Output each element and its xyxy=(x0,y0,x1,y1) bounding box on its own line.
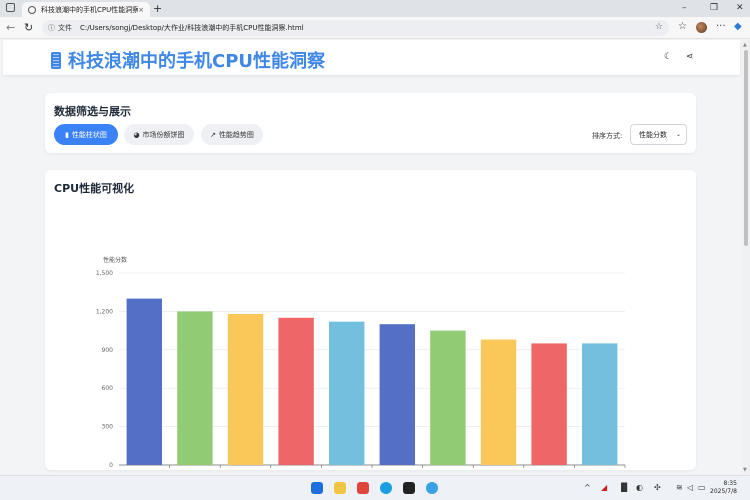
site-header: 科技浪潮中的手机CPU性能洞察 ☾ ⋖ xyxy=(3,40,740,75)
start-icon[interactable] xyxy=(311,482,323,494)
more-menu-icon[interactable]: ··· xyxy=(716,21,726,32)
address-bar-row: ← ↻ ⓘ 文件 C:/Users/songj/Desktop/大作业/科技浪潮… xyxy=(0,17,750,39)
y-tick-label: 600 xyxy=(102,385,114,392)
chevron-up-icon[interactable]: ^ xyxy=(584,483,591,492)
pie-chart-icon: ◕ xyxy=(133,130,140,139)
scroll-down-icon[interactable]: ▼ xyxy=(743,467,747,473)
x-tick-label: A16 xyxy=(591,469,605,470)
phone-icon xyxy=(51,51,61,69)
x-tick-label: 天玑9400 xyxy=(175,469,201,470)
line-chart-icon: ↗ xyxy=(210,130,216,139)
url-text: C:/Users/songj/Desktop/大作业/科技浪潮中的手机CPU性能… xyxy=(80,24,304,32)
moon-icon[interactable]: ☾ xyxy=(664,52,672,62)
bar-chart: 性能分数 0 300 600 900 1,200 1,500 A18 Pro 天玑9400 Exy… xyxy=(96,256,626,470)
window-menu-icon[interactable] xyxy=(6,3,15,12)
file-explorer-icon[interactable] xyxy=(334,482,346,494)
x-tick-label: 天玑9300+ xyxy=(272,469,301,470)
tray-app-icon[interactable]: ◢ xyxy=(601,483,607,492)
page-viewport: 科技浪潮中的手机CPU性能洞察 ☾ ⋖ 数据筛选与展示 ▮ 性能柱状图 ◕ 市场… xyxy=(0,40,742,475)
chevron-down-icon: ⌄ xyxy=(675,131,681,138)
x-tick-label: 天玑8400 xyxy=(478,469,504,470)
filter-title: 数据筛选与展示 xyxy=(54,105,131,118)
new-tab-button[interactable]: + xyxy=(153,2,162,15)
sort-select-value: 性能分数 xyxy=(639,130,667,139)
minimize-icon[interactable]: – xyxy=(682,3,687,13)
tray-vpn-icon[interactable]: ◐ xyxy=(636,483,643,492)
clock[interactable]: 8:35 2025/7/8 xyxy=(710,480,737,496)
edge-icon[interactable] xyxy=(380,482,392,494)
globe-icon xyxy=(28,5,36,14)
address-scheme-label: 文件 xyxy=(58,24,72,32)
favorite-star-icon[interactable]: ☆ xyxy=(655,22,663,32)
back-icon[interactable]: ← xyxy=(6,21,15,34)
trend-chart-button[interactable]: ↗ 性能趋势图 xyxy=(201,124,263,145)
x-tick-label: Exynos 2400 xyxy=(217,469,251,470)
bar xyxy=(227,313,264,465)
tab-title: 科技浪潮中的手机CPU性能洞察 xyxy=(41,5,139,14)
bar xyxy=(581,343,618,465)
bar-chart-icon: ▮ xyxy=(65,130,69,139)
bar-chart-button[interactable]: ▮ 性能柱状图 xyxy=(54,124,118,145)
tray-app-2-icon[interactable]: ✣ xyxy=(654,483,661,492)
bar xyxy=(531,343,567,465)
sort-label: 排序方式: xyxy=(592,132,623,140)
y-tick-label: 0 xyxy=(109,462,113,469)
y-tick-label: 900 xyxy=(102,347,114,354)
scrollbar-thumb[interactable] xyxy=(744,50,748,246)
browser-tab[interactable]: 科技浪潮中的手机CPU性能洞察 × xyxy=(22,2,150,17)
scroll-up-icon[interactable]: ▲ xyxy=(743,42,747,48)
bar xyxy=(480,339,517,465)
x-tick-label: 骁龙8s Gen3 xyxy=(521,468,554,470)
battery-icon[interactable]: ▭ xyxy=(698,483,706,492)
chat-app-icon[interactable] xyxy=(426,482,438,494)
bar xyxy=(430,330,466,465)
trend-chart-button-label: 性能趋势图 xyxy=(218,130,254,139)
scrollbar[interactable]: ▲ ▼ xyxy=(742,40,750,475)
copilot-icon[interactable]: ◆ xyxy=(734,21,742,32)
x-tick-label: A17 xyxy=(440,469,454,470)
bar xyxy=(379,324,416,465)
y-axis-label: 性能分数 xyxy=(103,256,127,264)
wps-icon[interactable] xyxy=(357,482,369,494)
favorites-icon[interactable]: ☆ xyxy=(678,21,687,32)
wifi-icon[interactable]: ≋ xyxy=(676,483,683,492)
tab-close-icon[interactable]: × xyxy=(138,6,144,14)
bar xyxy=(126,298,163,465)
x-tick-label: A18 Pro xyxy=(127,469,149,470)
y-tick-label: 1,500 xyxy=(96,270,113,277)
volume-icon[interactable]: ◁ xyxy=(687,483,693,492)
y-tick-label: 300 xyxy=(102,424,114,431)
page-title-text: 科技浪潮中的手机CPU性能洞察 xyxy=(68,51,326,72)
clock-date: 2025/7/8 xyxy=(710,488,737,495)
browser-tab-bar: 科技浪潮中的手机CPU性能洞察 × + – ❐ ✕ xyxy=(0,0,750,17)
y-tick-label: 1,200 xyxy=(96,308,113,315)
bar xyxy=(278,317,314,465)
pycharm-icon[interactable] xyxy=(403,482,415,494)
pie-chart-button-label: 市场份额饼图 xyxy=(142,130,185,139)
address-bar[interactable]: ⓘ 文件 C:/Users/songj/Desktop/大作业/科技浪潮中的手机… xyxy=(42,20,669,36)
chart-card: CPU性能可视化 性能分数03006009001,2001,500A18 Pro… xyxy=(45,170,696,470)
filter-card: 数据筛选与展示 ▮ 性能柱状图 ◕ 市场份额饼图 ↗ 性能趋势图 排序方式: 性… xyxy=(45,93,696,153)
share-icon[interactable]: ⋖ xyxy=(686,52,694,62)
x-tick-label: 骁龙8 Gen3 xyxy=(372,468,403,470)
refresh-icon[interactable]: ↻ xyxy=(24,21,33,34)
pie-chart-button[interactable]: ◕ 市场份额饼图 xyxy=(124,124,194,145)
page-title: 科技浪潮中的手机CPU性能洞察 xyxy=(51,47,325,73)
bar xyxy=(328,321,365,465)
sort-select[interactable]: 性能分数 ⌄ xyxy=(630,124,687,145)
clock-time: 8:35 xyxy=(723,480,737,487)
bar xyxy=(177,311,213,465)
info-icon: ⓘ xyxy=(48,24,55,32)
profile-avatar[interactable] xyxy=(696,22,707,33)
x-tick-label: 天玑9300 xyxy=(327,469,353,470)
bar-chart-button-label: 性能柱状图 xyxy=(71,130,107,139)
tray-audio-levels-icon[interactable]: ▐▌ xyxy=(618,483,630,492)
maximize-icon[interactable]: ❐ xyxy=(710,3,718,13)
close-window-icon[interactable]: ✕ xyxy=(736,3,744,13)
taskbar: ^ ◢ ▐▌ ◐ ✣ ≋ ◁ ▭ 8:35 2025/7/8 xyxy=(0,475,750,500)
